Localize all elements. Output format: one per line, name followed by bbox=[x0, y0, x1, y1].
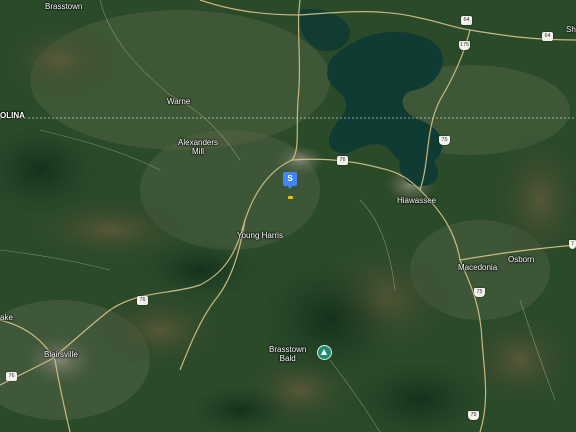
marker-location-dot bbox=[288, 196, 293, 199]
place-label-blairsville: Blairsville bbox=[44, 350, 78, 359]
route-shield-75a: 75 bbox=[439, 136, 450, 145]
state-label: OLINA bbox=[0, 111, 25, 120]
place-label-osborn: Osborn bbox=[508, 255, 535, 264]
place-label-brasstown-bald-line2: Bald bbox=[279, 354, 296, 363]
route-shield-64a: 64 bbox=[461, 16, 472, 25]
marker-letter: S bbox=[283, 172, 297, 186]
mountain-peak-icon[interactable] bbox=[317, 345, 332, 360]
route-shield-75b: 75 bbox=[474, 288, 485, 297]
place-label-hiawassee: Hiawassee bbox=[397, 196, 437, 205]
place-label-alexanders-mill-line2: Mill bbox=[192, 147, 205, 156]
map-pin-icon[interactable]: S bbox=[283, 172, 297, 199]
route-shield-edge: 7 bbox=[569, 240, 576, 249]
place-label-macedonia: Macedonia bbox=[458, 263, 498, 272]
route-shield-76a: 76 bbox=[337, 156, 348, 165]
place-label-brasstown-bald-line1: Brasstown bbox=[269, 345, 307, 354]
route-shield-175: 175 bbox=[459, 41, 470, 50]
satellite-terrain bbox=[0, 0, 576, 432]
route-shield-64b: 64 bbox=[542, 32, 553, 41]
place-label-alexanders-mill: Alexanders Mill bbox=[178, 138, 218, 156]
route-shield-75c: 75 bbox=[468, 411, 479, 420]
place-label-warne: Warne bbox=[167, 97, 191, 106]
route-shield-76c: 76 bbox=[6, 372, 17, 381]
place-label-lake-partial: ake bbox=[0, 313, 13, 322]
place-label-brasstown-bald: Brasstown Bald bbox=[269, 345, 306, 363]
place-label-shooting-creek-partial: Sh bbox=[566, 25, 576, 34]
place-label-alexanders-mill-line1: Alexanders bbox=[178, 138, 219, 147]
satellite-map[interactable]: Brasstown Warne OLINA Alexanders Mill Yo… bbox=[0, 0, 576, 432]
marker-tail bbox=[287, 185, 293, 189]
route-shield-76b: 76 bbox=[137, 296, 148, 305]
place-label-brasstown: Brasstown bbox=[45, 2, 83, 11]
place-label-young-harris: Young Harris bbox=[237, 231, 283, 240]
